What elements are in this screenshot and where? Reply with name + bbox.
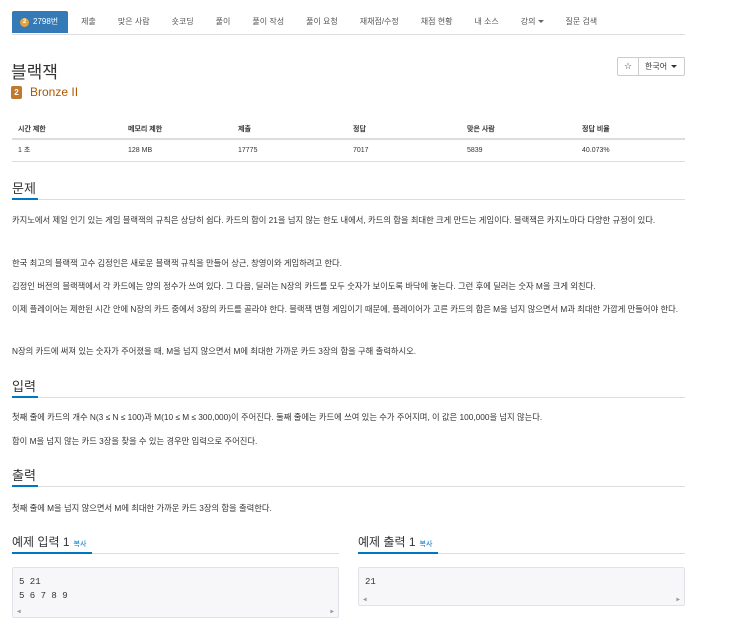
tab-rejudge[interactable]: 재채점/수정 bbox=[351, 11, 408, 33]
output-paragraph: 첫째 줄에 M을 넘지 않으면서 M에 최대한 가까운 카드 3장의 합을 출력… bbox=[12, 503, 272, 513]
stats-table: 시간 제한 메모리 제한 제출 정답 맞은 사람 정답 비율 1 초 128 M… bbox=[12, 119, 685, 162]
tier-mini-icon: 2 bbox=[20, 17, 29, 27]
stats-header: 맞은 사람 bbox=[461, 119, 576, 140]
stats-cell: 7017 bbox=[347, 139, 461, 162]
section-divider bbox=[12, 485, 685, 487]
section-divider bbox=[358, 552, 685, 554]
stats-header-row: 시간 제한 메모리 제한 제출 정답 맞은 사람 정답 비율 bbox=[12, 119, 685, 140]
problem-paragraph: 한국 최고의 블랙잭 고수 김정인은 새로운 블랙잭 규칙을 만들어 상근, 창… bbox=[12, 258, 342, 268]
stats-header: 정답 bbox=[347, 119, 461, 140]
sample-input-label: 예제 입력 1 bbox=[12, 535, 70, 549]
scroll-left-icon[interactable]: ◀ bbox=[363, 596, 367, 603]
section-divider bbox=[12, 396, 685, 398]
sample-output-text: 21 bbox=[365, 577, 376, 587]
sample-output-box[interactable]: 21 ◀ ▶ bbox=[358, 567, 685, 606]
copy-input-button[interactable]: 복사 bbox=[74, 541, 87, 548]
section-title-output: 출력 bbox=[12, 468, 36, 483]
section-title-input: 입력 bbox=[12, 379, 36, 394]
sample-input-title: 예제 입력 1 복사 bbox=[12, 533, 86, 550]
tab-lectures[interactable]: 강의 bbox=[512, 11, 553, 33]
star-button[interactable]: ☆ bbox=[617, 57, 639, 76]
scroll-right-icon[interactable]: ▶ bbox=[330, 608, 334, 615]
tab-write-solution[interactable]: 풀이 작성 bbox=[243, 11, 293, 33]
sample-output-title: 예제 출력 1 복사 bbox=[358, 533, 432, 550]
tier-label[interactable]: Bronze II bbox=[30, 85, 78, 99]
problem-paragraph: 카지노에서 제일 인기 있는 게임 블랙잭의 규칙은 상당히 쉽다. 카드의 합… bbox=[12, 215, 656, 225]
input-paragraph: 합이 M을 넘지 않는 카드 3장을 찾을 수 있는 경우만 입력으로 주어진다… bbox=[12, 436, 258, 446]
page-title: 블랙잭 bbox=[11, 63, 58, 82]
copy-output-button[interactable]: 복사 bbox=[420, 541, 433, 548]
tab-problem-label: 2798번 bbox=[33, 17, 59, 26]
stats-cell: 40.073% bbox=[576, 139, 685, 162]
stats-header: 정답 비율 bbox=[576, 119, 685, 140]
scroll-right-icon[interactable]: ▶ bbox=[676, 596, 680, 603]
tab-problem[interactable]: 2 2798번 bbox=[12, 11, 69, 33]
tab-submit[interactable]: 제출 bbox=[72, 11, 105, 33]
input-paragraph: 첫째 줄에 카드의 개수 N(3 ≤ N ≤ 100)과 M(10 ≤ M ≤ … bbox=[12, 412, 543, 422]
tab-request-solution[interactable]: 풀이 요청 bbox=[297, 11, 347, 33]
tab-status[interactable]: 채점 현황 bbox=[412, 11, 462, 33]
problem-paragraph: N장의 카드에 써져 있는 숫자가 주어졌을 때, M을 넘지 않으면서 M에 … bbox=[12, 346, 417, 356]
stats-cell: 17775 bbox=[232, 139, 347, 162]
chevron-down-icon bbox=[671, 65, 678, 69]
stats-cell: 1 초 bbox=[12, 139, 122, 162]
tier: 2 Bronze II bbox=[11, 85, 78, 99]
problem-tabs: 2 2798번 제출 맞은 사람 숏코딩 풀이 풀이 작성 풀이 요청 재채점/… bbox=[12, 11, 685, 35]
scroll-left-icon[interactable]: ◀ bbox=[17, 608, 21, 615]
star-icon: ☆ bbox=[623, 61, 633, 71]
stats-header: 시간 제한 bbox=[12, 119, 122, 140]
stats-cell: 128 MB bbox=[122, 139, 232, 162]
stats-row: 1 초 128 MB 17775 7017 5839 40.073% bbox=[12, 139, 685, 162]
sample-input-box[interactable]: 5 21 5 6 7 8 9 ◀ ▶ bbox=[12, 567, 339, 618]
section-divider bbox=[12, 198, 685, 200]
stats-header: 제출 bbox=[232, 119, 347, 140]
tab-my-source[interactable]: 내 소스 bbox=[465, 11, 507, 33]
tab-solutions[interactable]: 풀이 bbox=[207, 11, 240, 33]
problem-paragraph: 이제 플레이어는 제한된 시간 안에 N장의 카드 중에서 3장의 카드를 골라… bbox=[12, 304, 679, 314]
tab-question-search[interactable]: 질문 검색 bbox=[557, 11, 607, 33]
tab-short-coding[interactable]: 숏코딩 bbox=[163, 11, 203, 33]
section-title-problem: 문제 bbox=[12, 181, 36, 196]
sample-output-label: 예제 출력 1 bbox=[358, 535, 416, 549]
stats-header: 메모리 제한 bbox=[122, 119, 232, 140]
chevron-down-icon bbox=[537, 20, 544, 24]
tab-accepted[interactable]: 맞은 사람 bbox=[109, 11, 159, 33]
tab-lectures-label: 강의 bbox=[520, 17, 536, 26]
language-dropdown[interactable]: 한국어 bbox=[638, 57, 685, 76]
problem-paragraph: 김정인 버전의 블랙잭에서 각 카드에는 양의 정수가 쓰여 있다. 그 다음,… bbox=[12, 281, 596, 291]
language-label: 한국어 bbox=[645, 62, 668, 71]
sample-input-text: 5 21 5 6 7 8 9 bbox=[19, 577, 68, 601]
stats-cell: 5839 bbox=[461, 139, 576, 162]
tier-badge-icon: 2 bbox=[11, 85, 22, 99]
section-divider bbox=[12, 552, 339, 554]
